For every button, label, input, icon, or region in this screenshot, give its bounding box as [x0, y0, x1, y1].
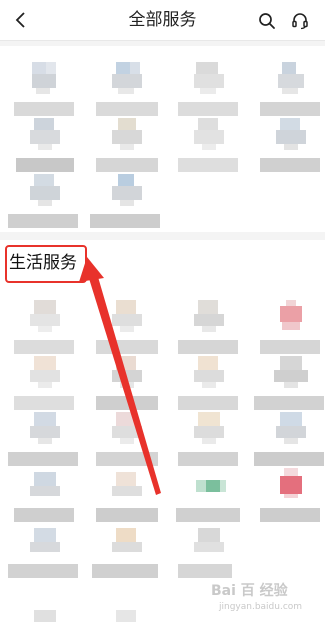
service-icon: [272, 300, 308, 330]
service-icon: [272, 62, 308, 94]
service-icon: [190, 62, 226, 94]
service-icon: [190, 118, 226, 150]
service-icon: [190, 356, 226, 388]
service-item[interactable]: [4, 590, 82, 623]
watermark: Bai 百 经验 jingyan.baidu.com: [205, 578, 323, 620]
service-icon: [108, 604, 144, 622]
service-item[interactable]: [4, 516, 82, 596]
service-item[interactable]: [250, 460, 325, 540]
service-icon: [108, 468, 144, 496]
service-icon: [272, 412, 308, 444]
service-label: [90, 214, 160, 228]
service-icon: [26, 604, 62, 622]
watermark-logo: Bai 百 经验: [211, 583, 288, 599]
service-icon: [108, 174, 144, 206]
watermark-url: jingyan.baidu.com: [219, 602, 303, 612]
service-icon: [272, 468, 308, 498]
search-icon: [259, 13, 275, 29]
service-label: [8, 564, 78, 578]
headset-icon: [292, 13, 308, 30]
service-icon: [108, 62, 144, 94]
section-title-life-services: 生活服务: [9, 253, 77, 273]
customer-service-button[interactable]: [287, 8, 313, 34]
service-label: [254, 508, 324, 522]
top-nav-bar: 全部服务: [0, 0, 325, 41]
service-icon: [26, 174, 62, 206]
service-icon: [190, 300, 226, 332]
service-label: [172, 158, 242, 172]
service-label: [254, 158, 324, 172]
section-divider: [0, 232, 325, 240]
service-icon: [108, 118, 144, 150]
service-icon: [26, 468, 62, 496]
service-label: [172, 564, 242, 578]
search-button[interactable]: [254, 8, 280, 34]
service-icon: [190, 412, 226, 444]
service-icon: [108, 356, 144, 388]
service-icon: [108, 524, 144, 552]
section-divider: [0, 41, 325, 46]
service-label: [90, 564, 160, 578]
service-icon: [26, 356, 62, 388]
service-icon: [190, 524, 226, 552]
service-item[interactable]: [168, 110, 246, 190]
service-icon: [190, 468, 226, 496]
service-item[interactable]: [250, 110, 325, 190]
service-icon: [26, 62, 62, 94]
service-icon: [272, 118, 308, 150]
service-label: [8, 214, 78, 228]
service-icon: [26, 524, 62, 552]
service-icon: [108, 412, 144, 444]
service-icon: [26, 412, 62, 444]
service-icon: [26, 300, 62, 332]
service-icon: [108, 300, 144, 332]
service-item[interactable]: [86, 590, 164, 623]
service-item[interactable]: [86, 516, 164, 596]
service-icon: [272, 356, 308, 388]
service-icon: [26, 118, 62, 150]
